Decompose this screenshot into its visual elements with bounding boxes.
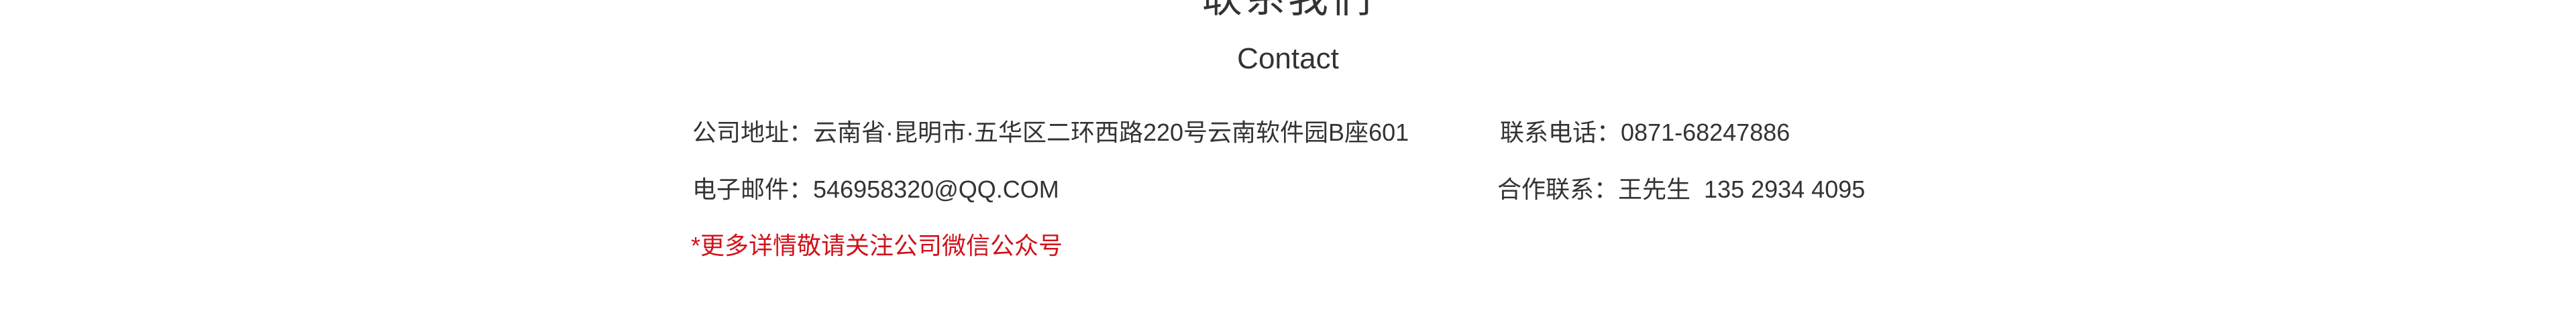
cooperation-label: 合作联系： — [1497, 176, 1619, 203]
cooperation-value: 王先生 135 2934 4095 — [1618, 176, 1866, 203]
email-label: 电子邮件： — [692, 176, 814, 203]
section-title-cn: 联系我们 — [0, 0, 2576, 23]
address-label: 公司地址： — [692, 119, 814, 146]
cooperation-row: 合作联系：王先生 135 2934 4095 — [1497, 175, 1865, 204]
phone-row: 联系电话：0871-68247886 — [1500, 118, 1790, 147]
phone-label: 联系电话： — [1500, 119, 1621, 146]
email-value: 546958320@QQ.COM — [813, 176, 1059, 203]
phone-value: 0871-68247886 — [1621, 119, 1790, 146]
section-title-en: Contact — [1237, 42, 1339, 75]
wechat-note: *更多详情敬请关注公司微信公众号 — [691, 232, 1063, 259]
email-row: 电子邮件：546958320@QQ.COM — [692, 175, 1059, 204]
address-value: 云南省·昆明市·五华区二环西路220号云南软件园B座601 — [813, 119, 1409, 146]
address-row: 公司地址：云南省·昆明市·五华区二环西路220号云南软件园B座601 — [692, 118, 1409, 147]
